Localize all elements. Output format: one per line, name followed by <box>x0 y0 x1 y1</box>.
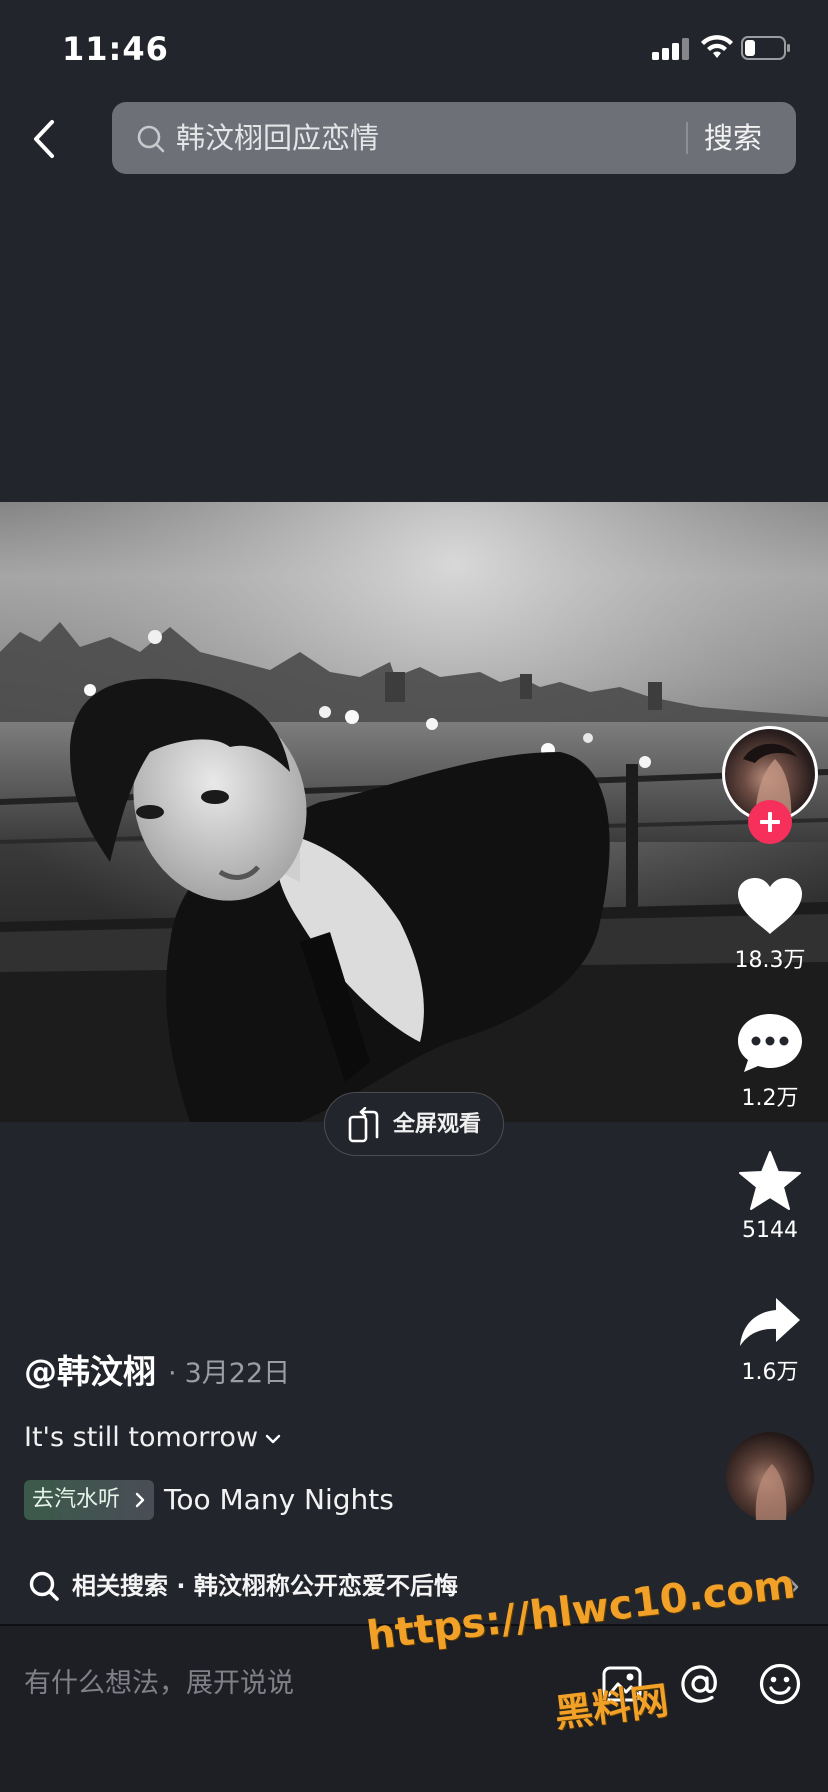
fullscreen-label: 全屏观看 <box>393 1112 482 1137</box>
comment-count: 1.2万 <box>741 1086 799 1111</box>
at-icon[interactable] <box>678 1662 722 1706</box>
like-count: 18.3万 <box>734 948 806 973</box>
search-icon <box>29 1571 59 1601</box>
comment-icon[interactable] <box>736 1012 804 1074</box>
date-separator: · <box>168 1358 177 1389</box>
music-title[interactable]: Too Many Nights <box>164 1482 394 1518</box>
chevron-right-icon <box>135 1492 145 1508</box>
share-icon[interactable] <box>738 1296 802 1348</box>
search-icon <box>137 125 165 153</box>
back-icon[interactable] <box>26 118 66 160</box>
wifi-icon <box>701 35 733 58</box>
post-date: · 3月22日 <box>168 1354 290 1394</box>
fullscreen-button[interactable]: 全屏观看 <box>324 1092 504 1156</box>
status-bar: 11:46 <box>0 0 828 96</box>
related-search-text: 相关搜索 · 韩汶栩称公开恋爱不后悔 <box>72 1572 458 1600</box>
post-date-text: 3月22日 <box>184 1358 291 1389</box>
favorite-count: 5144 <box>742 1218 798 1243</box>
music-tag-label: 去汽水听 <box>32 1487 121 1512</box>
heart-icon[interactable] <box>736 876 804 936</box>
comment-action[interactable]: 1.2万 <box>720 1012 820 1112</box>
favorite-action[interactable]: 5144 <box>720 1150 820 1243</box>
author-name[interactable]: @韩汶栩 <box>24 1350 156 1394</box>
comment-input[interactable]: 有什么想法，展开说说 <box>24 1664 294 1704</box>
video-frame-image <box>0 502 828 1122</box>
signal-icon <box>652 38 689 60</box>
search-divider <box>686 122 688 154</box>
search-input[interactable]: 韩汶栩回应恋情 <box>176 118 379 158</box>
music-disc-image <box>755 1464 787 1520</box>
rotate-screen-icon <box>348 1107 379 1143</box>
search-bar[interactable]: 韩汶栩回应恋情 搜索 <box>112 102 796 174</box>
battery-icon <box>741 36 790 60</box>
share-count: 1.6万 <box>741 1360 799 1385</box>
like-action[interactable]: 18.3万 <box>720 876 820 974</box>
follow-button[interactable] <box>748 800 792 844</box>
chevron-down-icon <box>265 1434 281 1443</box>
plus-icon <box>760 812 780 832</box>
caption[interactable]: It's still tomorrow <box>24 1418 282 1458</box>
star-icon[interactable] <box>738 1150 802 1212</box>
music-disc[interactable] <box>726 1432 814 1520</box>
caption-text: It's still tomorrow <box>24 1422 259 1453</box>
emoji-icon[interactable] <box>758 1662 802 1706</box>
search-button[interactable]: 搜索 <box>704 118 762 158</box>
video-player[interactable] <box>0 502 828 1122</box>
music-tag[interactable]: 去汽水听 <box>24 1480 154 1520</box>
status-time: 11:46 <box>62 30 169 68</box>
share-action[interactable]: 1.6万 <box>720 1296 820 1386</box>
